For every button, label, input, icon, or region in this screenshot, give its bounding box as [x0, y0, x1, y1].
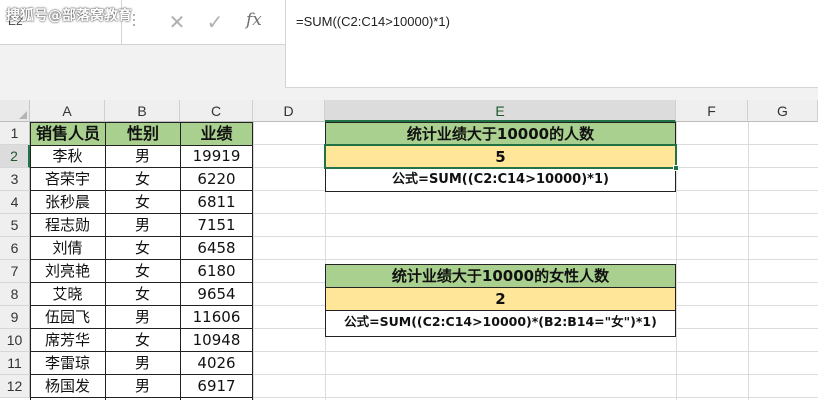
table-border [180, 145, 181, 400]
cell-sales[interactable]: 19919 [180, 145, 253, 168]
cell-gender[interactable]: 男 [105, 214, 180, 237]
gridline [676, 122, 677, 400]
cancel-icon[interactable]: ✕ [162, 8, 192, 36]
select-all-button[interactable] [0, 100, 30, 122]
cell-sales[interactable]: 10948 [180, 329, 253, 352]
cell-b1[interactable]: 性别 [105, 122, 181, 146]
cell-gender[interactable]: 男 [105, 306, 180, 329]
more-options-icon[interactable] [128, 14, 140, 28]
row-header-10[interactable]: 10 [0, 329, 30, 352]
table-border [30, 374, 253, 375]
formula-text: =SUM((C2:C14>10000)*1) [296, 14, 450, 29]
table-border [30, 259, 253, 260]
table-border [30, 190, 253, 191]
row-header-4[interactable]: 4 [0, 191, 30, 214]
row-header-1[interactable]: 1 [0, 122, 30, 145]
cell-gender[interactable]: 女 [105, 191, 180, 214]
box2-title[interactable]: 统计业绩大于10000的女性人数 [325, 264, 676, 288]
cell-gender[interactable]: 女 [105, 168, 180, 191]
cell-sales[interactable]: 7151 [180, 214, 253, 237]
box2-formula[interactable]: 公式=SUM((C2:C14>10000)*(B2:B14="女")*1) [325, 311, 676, 337]
cell-name[interactable]: 杨国发 [30, 375, 105, 398]
box1-formula[interactable]: 公式=SUM((C2:C14>10000)*1) [325, 169, 676, 192]
insert-function-icon[interactable]: fx [246, 10, 262, 30]
row-header-6[interactable]: 6 [0, 237, 30, 260]
fill-handle[interactable] [673, 165, 679, 171]
cell-sales[interactable]: 6917 [180, 375, 253, 398]
cell-name[interactable]: 李秋 [30, 145, 105, 168]
cell-name[interactable]: 席芳华 [30, 329, 105, 352]
column-header-f[interactable]: F [676, 100, 748, 122]
cell-sales[interactable]: 6811 [180, 191, 253, 214]
row-header-2[interactable]: 2 [0, 145, 30, 168]
box1-title[interactable]: 统计业绩大于10000的人数 [325, 122, 676, 146]
cell-name[interactable]: 张秒晨 [30, 191, 105, 214]
formula-bar-separator [0, 88, 818, 100]
table-border [30, 397, 253, 398]
cell-sales[interactable]: 6180 [180, 260, 253, 283]
cell-gender[interactable]: 女 [105, 237, 180, 260]
column-header-g[interactable]: G [748, 100, 818, 122]
cell-name[interactable]: 吝荣宇 [30, 168, 105, 191]
cell-gender[interactable]: 男 [105, 375, 180, 398]
column-header-b[interactable]: B [105, 100, 180, 122]
row-header-5[interactable]: 5 [0, 214, 30, 237]
cell-gender[interactable]: 男 [105, 145, 180, 168]
cell-gender[interactable]: 女 [105, 260, 180, 283]
formula-input[interactable]: =SUM((C2:C14>10000)*1) [285, 0, 818, 88]
table-border [30, 328, 253, 329]
table-border [30, 351, 253, 352]
table-border [30, 282, 253, 283]
gridline [748, 122, 749, 400]
cell-sales[interactable]: 9654 [180, 283, 253, 306]
table-border [30, 305, 253, 306]
cell-name[interactable]: 李雷琼 [30, 352, 105, 375]
cell-name[interactable]: 刘亮艳 [30, 260, 105, 283]
table-border [105, 145, 106, 400]
row-header-11[interactable]: 11 [0, 352, 30, 375]
cell-gender[interactable]: 男 [105, 352, 180, 375]
cell-name[interactable]: 刘倩 [30, 237, 105, 260]
column-header-d[interactable]: D [253, 100, 325, 122]
cell-name[interactable]: 程志勋 [30, 214, 105, 237]
box1-value[interactable]: 5 [325, 146, 676, 169]
cell-gender[interactable]: 女 [105, 283, 180, 306]
cell-sales[interactable]: 6220 [180, 168, 253, 191]
row-header-9[interactable]: 9 [0, 306, 30, 329]
gridline [253, 122, 254, 400]
enter-icon[interactable]: ✓ [200, 8, 230, 36]
watermark: 搜狐号@部落窝教育 [6, 8, 132, 24]
row-header-8[interactable]: 8 [0, 283, 30, 306]
cell-sales[interactable]: 11606 [180, 306, 253, 329]
cell-gender[interactable]: 女 [105, 329, 180, 352]
column-header-c[interactable]: C [180, 100, 253, 122]
toolbar-band [0, 44, 285, 88]
column-header-a[interactable]: A [30, 100, 105, 122]
cell-c1[interactable]: 业绩 [180, 122, 253, 146]
cell-name[interactable]: 伍园飞 [30, 306, 105, 329]
row-header-7[interactable]: 7 [0, 260, 30, 283]
row-header-12[interactable]: 12 [0, 375, 30, 398]
table-border [30, 167, 253, 168]
box2-value[interactable]: 2 [325, 288, 676, 311]
cell-a1[interactable]: 销售人员 [30, 122, 106, 146]
table-border [30, 213, 253, 214]
cell-sales[interactable]: 6458 [180, 237, 253, 260]
table-border [30, 236, 253, 237]
row-header-3[interactable]: 3 [0, 168, 30, 191]
cell-sales[interactable]: 4026 [180, 352, 253, 375]
column-header-e[interactable]: E [325, 100, 676, 122]
cell-name[interactable]: 艾晓 [30, 283, 105, 306]
